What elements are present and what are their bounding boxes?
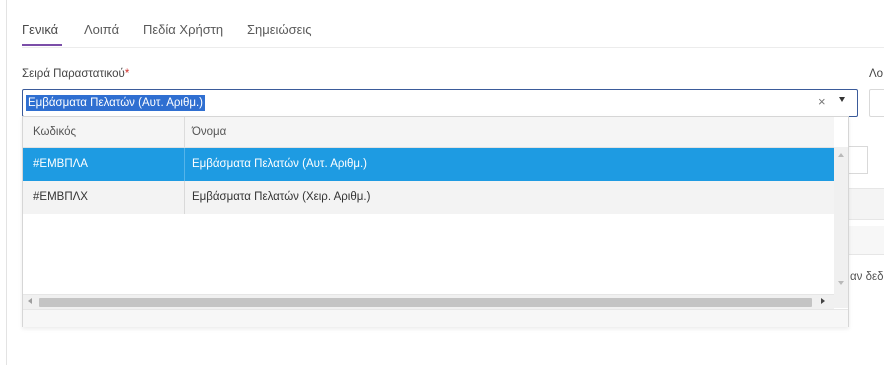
tab-user-fields[interactable]: Πεδία Χρήστη [143, 22, 223, 37]
tabs-divider [22, 47, 884, 48]
partial-input-behind[interactable] [848, 146, 868, 174]
partial-table-header-behind [848, 188, 884, 220]
column-header-name[interactable]: Όνομα [192, 126, 226, 138]
chevron-down-icon[interactable] [839, 97, 845, 102]
series-dropdown-panel: Κωδικός Όνομα #ΕΜΒΠΛΑ Εμβάσματα Πελατών … [22, 116, 849, 327]
scroll-down-arrow-icon[interactable] [838, 281, 844, 285]
tab-general[interactable]: Γενικά [22, 22, 58, 37]
vertical-scrollbar[interactable] [834, 147, 848, 294]
column-separator [184, 148, 185, 181]
scroll-left-arrow-icon[interactable] [28, 298, 32, 304]
option-name: Εμβάσματα Πελατών (Χειρ. Αριθμ.) [192, 191, 371, 203]
partial-table-row-behind [848, 226, 884, 255]
tab-bar: Γενικά Λοιπά Πεδία Χρήστη Σημειώσεις [22, 0, 884, 48]
partial-field-label: Λο [869, 68, 884, 80]
horizontal-scroll-thumb[interactable] [39, 298, 812, 307]
column-separator [184, 181, 185, 214]
horizontal-scrollbar[interactable] [23, 294, 834, 309]
dropdown-option-row[interactable]: #ΕΜΒΠΛΧ Εμβάσματα Πελατών (Χειρ. Αριθμ.) [23, 181, 834, 214]
option-code: #ΕΜΒΠΛΧ [33, 191, 88, 203]
option-code: #ΕΜΒΠΛΑ [33, 158, 88, 170]
partial-input-right[interactable] [869, 89, 884, 117]
series-field-label-text: Σειρά Παραστατικού [22, 68, 125, 80]
series-field-label: Σειρά Παραστατικού* [22, 68, 129, 80]
scroll-up-arrow-icon[interactable] [838, 153, 844, 157]
active-tab-indicator [22, 44, 62, 46]
dropdown-footer [23, 309, 848, 327]
series-select-value[interactable]: Εμβάσματα Πελατών (Αυτ. Αριθμ.) [26, 95, 206, 111]
partial-text-behind: αν δεδ [850, 271, 884, 283]
scrollbar-corner [834, 294, 848, 308]
left-divider [6, 0, 7, 365]
series-select[interactable]: Εμβάσματα Πελατών (Αυτ. Αριθμ.) × [22, 89, 858, 117]
column-header-code[interactable]: Κωδικός [33, 126, 76, 138]
required-marker: * [124, 68, 130, 80]
tab-notes[interactable]: Σημειώσεις [247, 22, 312, 37]
column-separator [184, 117, 185, 147]
scroll-right-arrow-icon[interactable] [821, 298, 825, 304]
dropdown-option-row[interactable]: #ΕΜΒΠΛΑ Εμβάσματα Πελατών (Αυτ. Αριθμ.) [23, 148, 834, 181]
tab-other[interactable]: Λοιπά [84, 22, 119, 37]
option-name: Εμβάσματα Πελατών (Αυτ. Αριθμ.) [192, 158, 368, 170]
dropdown-header: Κωδικός Όνομα [23, 117, 834, 148]
close-icon[interactable]: × [818, 94, 826, 109]
